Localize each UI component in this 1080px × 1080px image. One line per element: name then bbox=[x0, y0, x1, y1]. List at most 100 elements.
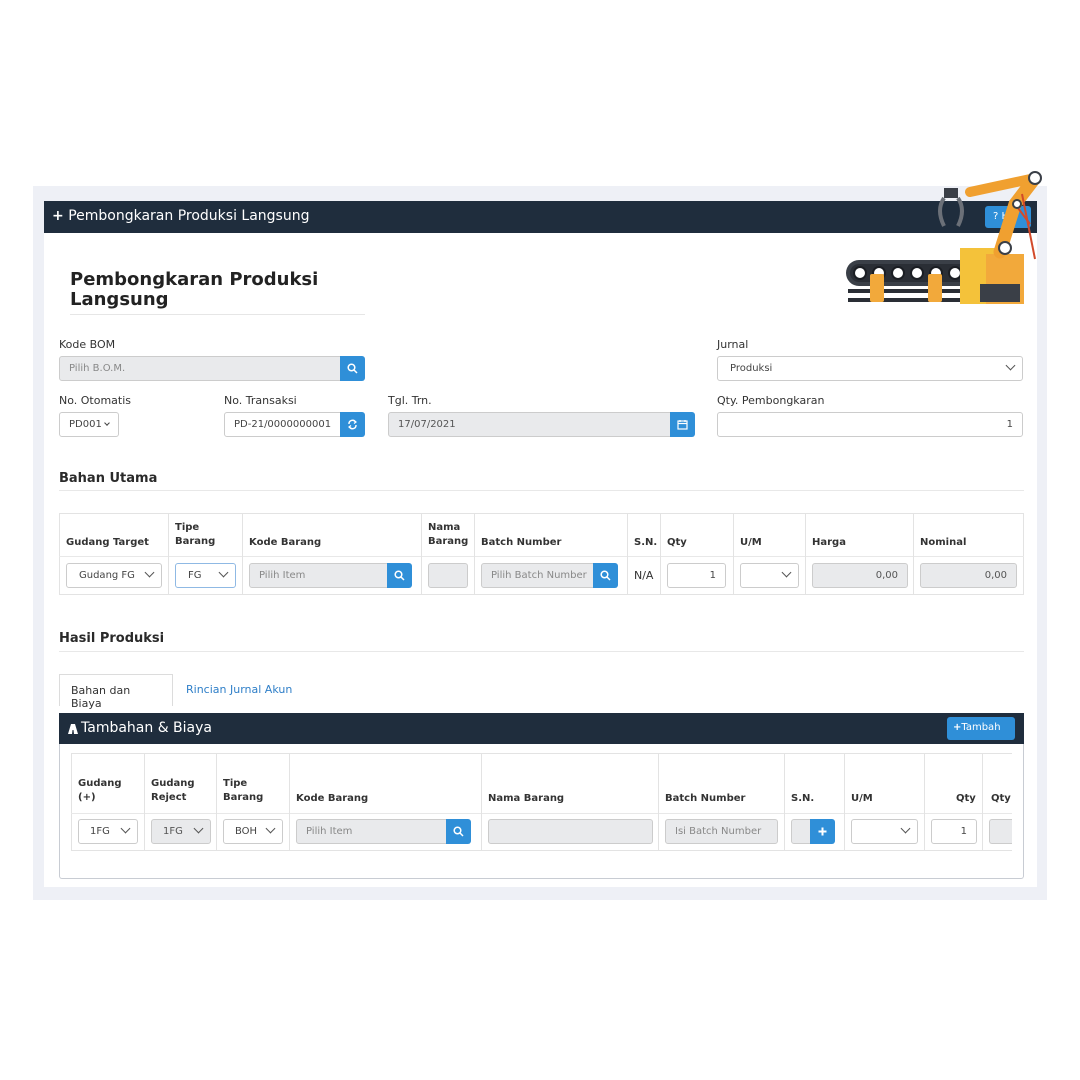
batch-number-input[interactable]: Pilih Batch Number bbox=[481, 563, 595, 588]
divider bbox=[59, 651, 1024, 652]
chevron-down-icon bbox=[781, 567, 792, 578]
search-icon bbox=[394, 570, 405, 581]
kode-bom-input[interactable]: Pilih B.O.M. bbox=[59, 356, 342, 381]
qty-reject-input[interactable] bbox=[989, 819, 1012, 844]
tambahan-biaya-header: Tambahan & Biaya +Tambah bbox=[59, 713, 1024, 744]
divider bbox=[784, 753, 785, 851]
jurnal-select[interactable]: Produksi bbox=[717, 356, 1023, 381]
kode-barang-input[interactable]: Pilih Item bbox=[249, 563, 389, 588]
column-header: Gudang Target bbox=[66, 537, 149, 548]
date-picker-button[interactable] bbox=[670, 412, 695, 437]
road-icon bbox=[68, 724, 78, 734]
column-header: Kode Barang bbox=[296, 793, 369, 804]
tipe-barang-select[interactable]: FG bbox=[175, 563, 236, 588]
chevron-down-icon bbox=[1005, 360, 1016, 371]
chevron-down-icon bbox=[120, 823, 131, 834]
tambah-button[interactable]: +Tambah bbox=[947, 717, 1015, 740]
window-title: + Pembongkaran Produksi Langsung bbox=[52, 208, 310, 224]
divider bbox=[658, 753, 659, 851]
no-otomatis-dropdown[interactable]: PD001 bbox=[59, 412, 119, 437]
uom-select[interactable] bbox=[851, 819, 918, 844]
divider bbox=[924, 753, 925, 851]
chevron-down-icon bbox=[144, 567, 155, 578]
plus-icon bbox=[818, 827, 827, 836]
batch-search-button[interactable] bbox=[593, 563, 618, 588]
chevron-down-icon bbox=[103, 420, 110, 426]
divider bbox=[168, 513, 169, 595]
tipe-barang-select[interactable]: BOH bbox=[223, 819, 283, 844]
kode-barang-search-button[interactable] bbox=[387, 563, 412, 588]
divider bbox=[71, 813, 1012, 814]
column-header: S.N. bbox=[791, 793, 815, 804]
gudang-plus-select[interactable]: 1FG bbox=[78, 819, 138, 844]
tab-rincian-jurnal-akun[interactable]: Rincian Jurnal Akun bbox=[186, 683, 292, 696]
column-header: S.N. bbox=[634, 537, 658, 548]
search-icon bbox=[600, 570, 611, 581]
divider bbox=[627, 513, 628, 595]
refresh-icon bbox=[348, 419, 357, 430]
gudang-target-select[interactable]: Gudang FG bbox=[66, 563, 162, 588]
column-header: Tipe Barang bbox=[175, 522, 216, 547]
column-header: Kode Barang bbox=[249, 537, 322, 548]
divider bbox=[733, 513, 734, 595]
plus-icon: + bbox=[52, 208, 64, 224]
no-transaksi-label: No. Transaksi bbox=[224, 394, 297, 407]
divider bbox=[242, 513, 243, 595]
harga-field: 0,00 bbox=[812, 563, 908, 588]
divider bbox=[144, 753, 145, 851]
column-header: Gudang (+) bbox=[78, 778, 122, 803]
bahan-utama-title: Bahan Utama bbox=[59, 471, 158, 486]
gudang-reject-select[interactable]: 1FG bbox=[151, 819, 211, 844]
qty-input[interactable]: 1 bbox=[931, 819, 977, 844]
chevron-down-icon bbox=[218, 567, 229, 578]
qty-pembongkaran-input[interactable]: 1 bbox=[717, 412, 1023, 437]
qty-pembongkaran-label: Qty. Pembongkaran bbox=[717, 394, 825, 407]
column-header: Nama Barang bbox=[488, 793, 565, 804]
divider bbox=[660, 513, 661, 595]
column-header: Batch Number bbox=[481, 537, 562, 548]
column-header: Harga bbox=[812, 537, 846, 548]
column-header: Nama Barang bbox=[428, 522, 469, 547]
divider bbox=[216, 753, 217, 851]
column-header: Qty bbox=[956, 793, 976, 804]
kode-bom-search-button[interactable] bbox=[340, 356, 365, 381]
no-otomatis-label: No. Otomatis bbox=[59, 394, 132, 407]
nominal-field: 0,00 bbox=[920, 563, 1017, 588]
column-header: Nominal bbox=[920, 537, 967, 548]
tgl-trn-input[interactable]: 17/07/2021 bbox=[388, 412, 672, 437]
kode-barang-input[interactable]: Pilih Item bbox=[296, 819, 448, 844]
tambahan-biaya-title: Tambahan & Biaya bbox=[81, 720, 212, 736]
divider bbox=[59, 490, 1024, 491]
search-icon bbox=[453, 826, 464, 837]
no-transaksi-input[interactable]: PD-21/0000000001 bbox=[224, 412, 342, 437]
jurnal-label: Jurnal bbox=[717, 338, 749, 351]
column-header: Batch Number bbox=[665, 793, 746, 804]
divider bbox=[805, 513, 806, 595]
nama-barang-field bbox=[428, 563, 468, 588]
divider bbox=[481, 753, 482, 851]
sn-value: N/A bbox=[634, 569, 654, 582]
column-header: Gudang Reject bbox=[151, 778, 195, 803]
nama-barang-field bbox=[488, 819, 653, 844]
divider bbox=[844, 753, 845, 851]
divider bbox=[913, 513, 914, 595]
add-serial-button[interactable] bbox=[810, 819, 835, 844]
kode-bom-label: Kode BOM bbox=[59, 338, 116, 351]
divider bbox=[982, 753, 983, 851]
chevron-down-icon bbox=[265, 823, 276, 834]
column-header: U/M bbox=[851, 793, 873, 804]
qty-input[interactable]: 1 bbox=[667, 563, 726, 588]
calendar-icon bbox=[677, 420, 688, 430]
hasil-produksi-title: Hasil Produksi bbox=[59, 631, 165, 646]
kode-barang-search-button[interactable] bbox=[446, 819, 471, 844]
column-header: Qty bbox=[667, 537, 687, 548]
column-header: Qty bbox=[991, 793, 1011, 804]
divider bbox=[421, 513, 422, 595]
tgl-trn-label: Tgl. Trn. bbox=[388, 394, 432, 407]
tab-bahan-dan-biaya[interactable]: Bahan dan Biaya bbox=[59, 674, 173, 710]
column-header: U/M bbox=[740, 537, 762, 548]
refresh-number-button[interactable] bbox=[340, 412, 365, 437]
batch-number-input[interactable]: Isi Batch Number bbox=[665, 819, 778, 844]
uom-select[interactable] bbox=[740, 563, 799, 588]
search-icon bbox=[347, 363, 358, 374]
